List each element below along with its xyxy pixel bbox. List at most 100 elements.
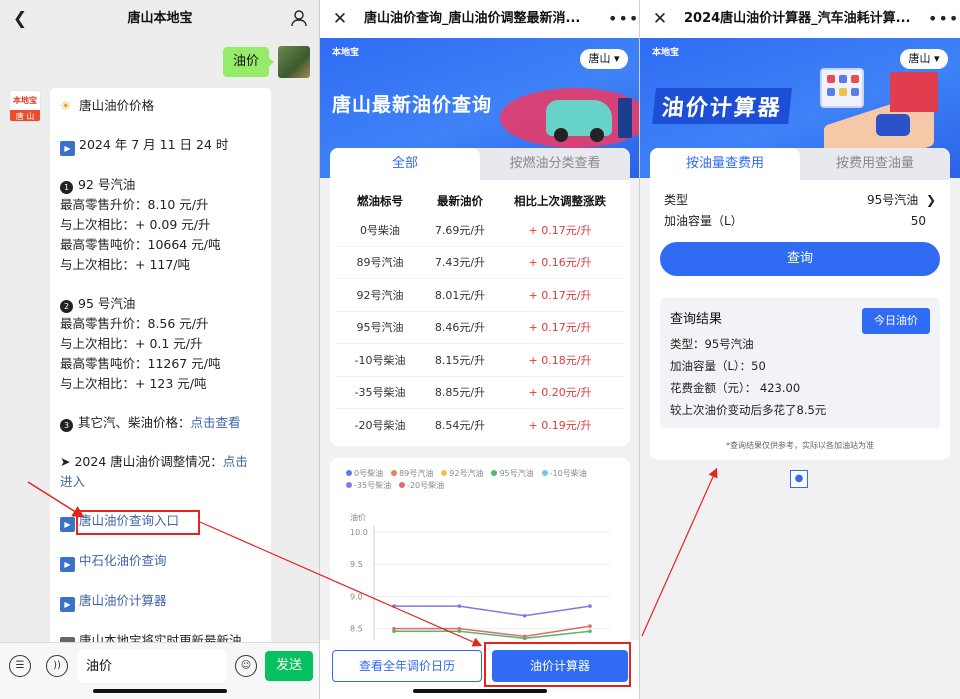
- more-icon[interactable]: •••: [928, 9, 958, 29]
- adjust-link-cont[interactable]: 进入: [60, 472, 261, 492]
- tab-by-cost[interactable]: 按费用查油量: [800, 148, 950, 180]
- city-selector[interactable]: 唐山 ▾: [580, 49, 628, 69]
- circle-two-icon: 2: [60, 300, 73, 313]
- today-price-button[interactable]: 今日油价: [862, 308, 930, 334]
- fuel-pump-illustration: [618, 98, 632, 138]
- bot-avatar[interactable]: 本地宝 唐 山: [9, 90, 41, 122]
- series-point[interactable]: [588, 624, 592, 628]
- legend-item[interactable]: -20号柴油: [399, 480, 444, 492]
- y-axis-label: 油价: [350, 512, 366, 522]
- msg-line: 最高零售升价：8.56 元/升: [60, 316, 209, 331]
- table-row: -10号柴油 8.15元/升 + 0.18元/升: [336, 344, 624, 377]
- play-icon: ▶: [60, 597, 75, 612]
- tab-by-volume[interactable]: 按油量查费用: [650, 148, 800, 180]
- play-icon: ▶: [60, 517, 75, 532]
- legend-dot: [491, 470, 498, 476]
- series-point[interactable]: [522, 613, 527, 618]
- msg-line: 与上次相比：+ 117/吨: [60, 257, 191, 272]
- oil-price-query-panel: ✕ 唐山油价查询_唐山油价调整最新消... ••• 本地宝 唐山 ▾ 唐山最新油…: [320, 0, 640, 699]
- tab-by-fuel[interactable]: 按燃油分类查看: [480, 148, 630, 180]
- series-point[interactable]: [457, 604, 462, 608]
- disclaimer-note: *查询结果仅供参考，实际以各加油站为准: [726, 441, 874, 450]
- msg-line: 与上次相比：+ 0.1 元/升: [60, 336, 203, 351]
- msg-line: 最高零售升价：8.10 元/升: [60, 197, 209, 212]
- table-row: -35号柴油 8.85元/升 + 0.20元/升: [336, 377, 624, 409]
- msg-line: 最高零售吨价：11267 元/吨: [60, 356, 221, 371]
- incoming-message: ☀ 唐山油价价格 ▶ 2024 年 7 月 11 日 24 时 1 92 号汽油 最…: [50, 88, 271, 648]
- adjust-link[interactable]: 点击: [223, 454, 248, 469]
- sinopec-price-link[interactable]: ▶ 中石化油价查询: [60, 551, 261, 572]
- series-point[interactable]: [392, 626, 396, 631]
- query-button[interactable]: 查询: [660, 242, 940, 276]
- series-point[interactable]: [522, 634, 527, 639]
- calc-tabs: 按油量查费用 按费用查油量: [650, 148, 950, 180]
- more-icon[interactable]: •••: [608, 9, 638, 29]
- col-header: 最新油价: [437, 194, 483, 208]
- series-point[interactable]: [588, 629, 592, 634]
- circle-one-icon: 1: [60, 181, 73, 194]
- y-tick-label: 10.0: [350, 528, 368, 537]
- chat-input[interactable]: 油价: [78, 650, 226, 683]
- close-icon[interactable]: ✕: [330, 9, 350, 29]
- highlight-box: [76, 510, 200, 535]
- legend-item[interactable]: 0号柴油: [346, 468, 383, 480]
- send-button[interactable]: 发送: [265, 651, 313, 681]
- y-tick-label: 9.0: [350, 592, 363, 601]
- legend-label: 0号柴油: [354, 469, 384, 478]
- oil-calculator-link[interactable]: ▶ 唐山油价计算器: [60, 591, 261, 612]
- person-icon[interactable]: [288, 9, 310, 29]
- type-row[interactable]: 类型 95号汽油 ❯: [664, 190, 936, 210]
- voice-icon[interactable]: )): [46, 655, 68, 677]
- emoji-icon[interactable]: ☺: [235, 655, 257, 677]
- series-point[interactable]: [392, 604, 396, 608]
- brand-logo: 本地宝: [652, 48, 680, 58]
- highlight-box: [484, 642, 631, 687]
- legend-item[interactable]: -10号柴油: [541, 468, 587, 480]
- query-bottom-bar: 查看全年调价日历 油价计算器: [320, 640, 640, 699]
- bot-avatar-brand: 本地宝: [13, 96, 37, 105]
- user-avatar[interactable]: [278, 46, 310, 78]
- banner-title: 唐山最新油价查询: [332, 94, 493, 116]
- legend-dot: [399, 482, 406, 488]
- home-indicator: [93, 689, 227, 693]
- close-icon[interactable]: ✕: [650, 9, 670, 29]
- chart-legend: 0号柴油 89号汽油 92号汽油 95号汽油 -10号柴油 -35号柴油 -20号柴油: [346, 468, 626, 492]
- annual-calendar-button[interactable]: 查看全年调价日历: [332, 650, 482, 682]
- legend-label: -10号柴油: [549, 469, 587, 478]
- y-tick-label: 9.5: [350, 560, 363, 569]
- legend-label: -35号柴油: [354, 481, 392, 490]
- msg-title: ☀ 唐山油价价格: [60, 98, 155, 113]
- home-indicator: [413, 689, 547, 693]
- play-icon: ▶: [60, 557, 75, 572]
- result-line: 类型：95号汽油: [670, 337, 754, 351]
- result-line: 加油容量（L）：50: [670, 359, 766, 373]
- legend-item[interactable]: -35号柴油: [346, 480, 391, 492]
- type-label: 类型: [664, 193, 689, 207]
- play-icon: ▶: [60, 141, 75, 156]
- legend-item[interactable]: 89号汽油: [391, 468, 433, 480]
- volume-input[interactable]: 50: [911, 211, 926, 231]
- table-row: -20号柴油 8.54元/升 + 0.19元/升: [354, 419, 592, 433]
- msg-line: 最高零售吨价：10664 元/吨: [60, 237, 221, 252]
- legend-label: 89号汽油: [399, 469, 434, 478]
- volume-row[interactable]: 加油容量（L） 50: [664, 211, 936, 231]
- menu-icon[interactable]: ☰: [9, 655, 31, 677]
- chat-nav-bar: ❮ 唐山本地宝: [0, 0, 320, 38]
- city-selector[interactable]: 唐山 ▾: [900, 49, 948, 69]
- oil-calculator-panel: ✕ 2024唐山油价计算器_汽车油耗计算... ••• 本地宝 唐山 ▾ 油价计…: [640, 0, 960, 699]
- query-nav-bar: ✕ 唐山油价查询_唐山油价调整最新消... •••: [320, 0, 640, 38]
- type-value: 95号汽油 ❯: [867, 193, 936, 207]
- series-line: [394, 605, 591, 617]
- legend-dot: [346, 470, 352, 476]
- legend-label: -20号柴油: [407, 481, 445, 490]
- msg-g92-title: 1 92 号汽油: [60, 175, 261, 195]
- legend-item[interactable]: 92号汽油: [441, 468, 483, 480]
- paw-icon[interactable]: ●: [790, 470, 808, 488]
- view-other-link[interactable]: 点击查看: [191, 415, 241, 430]
- legend-item[interactable]: 95号汽油: [491, 468, 534, 480]
- tab-all[interactable]: 全部: [330, 148, 480, 180]
- series-point[interactable]: [457, 626, 462, 631]
- result-line: 花费金额（元）： 423.00: [670, 381, 801, 395]
- series-point[interactable]: [588, 604, 592, 608]
- legend-dot: [541, 470, 548, 476]
